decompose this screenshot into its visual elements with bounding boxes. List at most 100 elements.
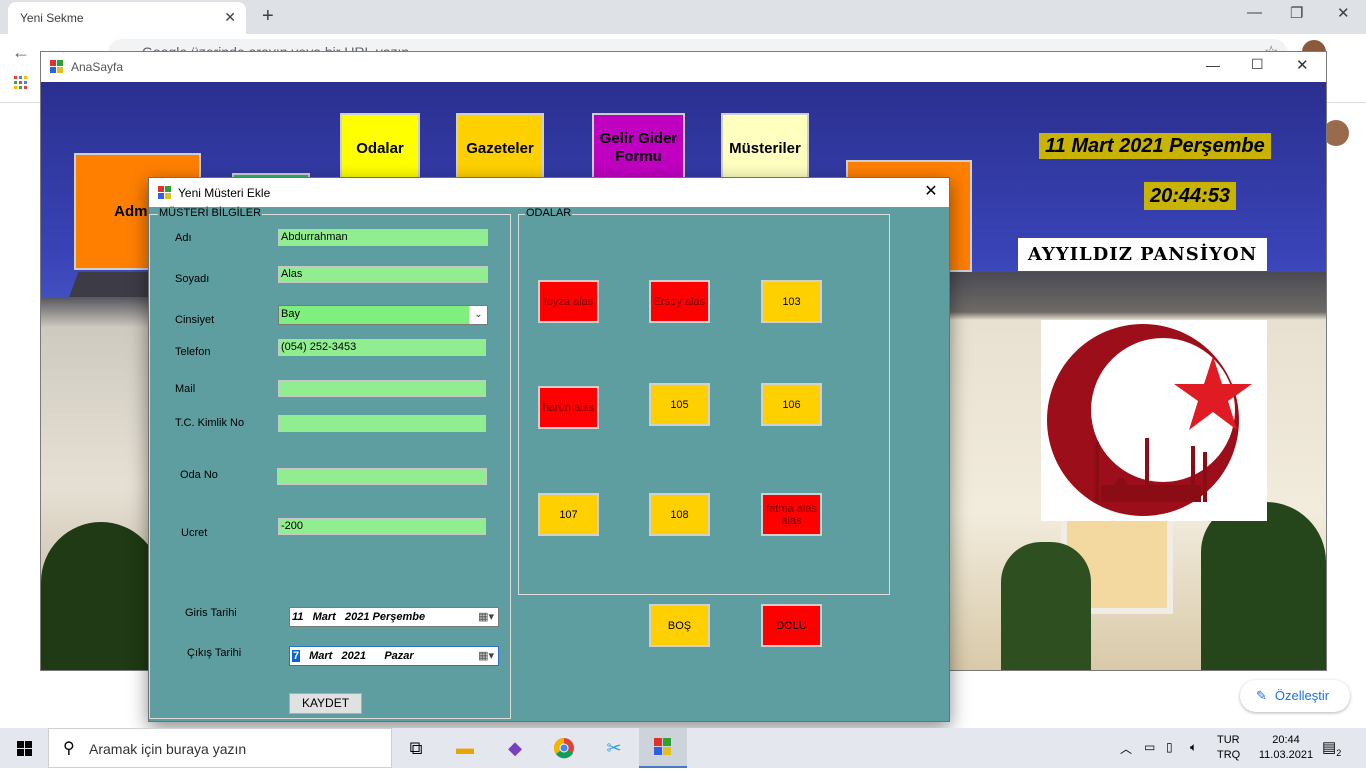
clock-date: 11.03.2021 [1258, 749, 1314, 761]
taskbar-search-placeholder: Aramak için buraya yazın [89, 741, 247, 757]
browser-tab[interactable]: Yeni Sekme ✕ [8, 2, 246, 34]
minimize-icon[interactable]: — [1247, 4, 1262, 21]
gelir-gider-tile[interactable]: Gelir Gider Formu [592, 113, 685, 183]
winforms-app-icon[interactable] [639, 728, 687, 768]
taskbar-search[interactable]: ⚲ Aramak için buraya yazın [48, 728, 392, 768]
battery-icon[interactable]: ▯ [1166, 740, 1173, 754]
gender-value: Bay [281, 308, 300, 320]
gelir-gider-tile-label: Gelir Gider Formu [599, 130, 678, 165]
dialog-title: Yeni Müsteri Ekle [178, 186, 271, 200]
gazeteler-tile[interactable]: Gazeteler [456, 113, 544, 183]
main-maximize-icon[interactable]: ☐ [1251, 56, 1264, 73]
new-tab-icon[interactable]: + [262, 5, 274, 28]
name-label: Adı [175, 232, 192, 244]
odalar-tile[interactable]: Odalar [340, 113, 420, 183]
surname-label: Soyadı [175, 273, 210, 285]
calendar-dropdown-icon[interactable]: ▦▾ [478, 649, 494, 662]
surname-field[interactable]: Alas [278, 266, 488, 283]
gender-select[interactable]: Bay ⌄ [278, 305, 488, 325]
room-104-button[interactable]: harun alas [538, 386, 599, 429]
room-label: 105 [670, 398, 689, 411]
main-close-icon[interactable]: ✕ [1296, 56, 1309, 74]
room-no-field[interactable] [277, 468, 487, 485]
input-language[interactable]: TUR TRQ [1217, 733, 1240, 763]
main-form-title: AnaSayfa [71, 60, 124, 74]
room-label: 107 [559, 508, 578, 521]
brand-label: AYYILDIZ PANSİYON [1018, 238, 1267, 271]
lang-line2: TRQ [1217, 749, 1241, 761]
close-tab-icon[interactable]: ✕ [224, 9, 236, 26]
restore-icon[interactable]: ❐ [1290, 4, 1303, 22]
phone-field[interactable]: (054) 252-3453 [278, 339, 486, 356]
apps-grid-icon[interactable] [14, 76, 28, 90]
checkin-label: Giris Tarihi [185, 607, 237, 619]
room-102-button[interactable]: Ersoy alas [649, 280, 710, 323]
form-app-icon [654, 738, 672, 756]
form-app-icon [50, 60, 64, 74]
snip-tool-icon[interactable]: ✂ [590, 728, 638, 768]
close-window-icon[interactable]: ✕ [1337, 4, 1350, 22]
legend-full: DOLU [761, 604, 822, 647]
volume-icon[interactable]: 🔈︎ [1190, 740, 1197, 755]
legend-empty-label: BOŞ [667, 619, 692, 632]
dialog-close-icon[interactable]: ✕ [921, 182, 941, 202]
crescent-star-logo [1041, 320, 1267, 521]
notification-center-icon[interactable]: ▤2 [1322, 738, 1341, 758]
chevron-up-icon[interactable]: ︿ [1120, 740, 1132, 757]
room-108-button[interactable]: 108 [649, 493, 710, 536]
customer-group-label: MÜSTERİ BİLGİLER [158, 207, 263, 219]
room-105-button[interactable]: 105 [649, 383, 710, 426]
taskbar: ⚲ Aramak için buraya yazın ⧉ ▬ ◆ ✂ ︿ ▭ ▯… [0, 728, 1366, 768]
dialog-app-icon [158, 186, 172, 200]
room-101-button[interactable]: feyza alas [538, 280, 599, 323]
checkout-day-value[interactable]: 7 [292, 650, 301, 662]
clock-time: 20:44 [1272, 734, 1300, 746]
rooms-group-label: ODALAR [525, 207, 573, 219]
phone-label: Telefon [175, 346, 211, 358]
network-icon[interactable]: ▭ [1144, 740, 1155, 754]
room-label: feyza alas [543, 295, 594, 308]
odalar-tile-label: Odalar [356, 139, 404, 157]
lang-line1: TUR [1217, 734, 1240, 746]
taskbar-clock[interactable]: 20:44 11.03.2021 [1254, 733, 1318, 763]
checkin-datepicker[interactable]: 11 Mart 2021 Perşembe ▦▾ [289, 607, 499, 627]
mail-label: Mail [175, 383, 196, 395]
main-minimize-icon[interactable]: — [1206, 57, 1220, 73]
start-button[interactable] [0, 728, 48, 768]
chrome-icon[interactable] [540, 728, 588, 768]
musteriler-tile[interactable]: Müsteriler [721, 113, 809, 183]
mail-field[interactable] [278, 380, 486, 397]
room-label: harun alas [542, 401, 595, 414]
calendar-dropdown-icon[interactable]: ▦▾ [478, 610, 494, 623]
room-109-button[interactable]: fatma alas alas [761, 493, 822, 536]
background-bush [41, 522, 161, 670]
customize-button[interactable]: ✎ Özelleştir [1240, 680, 1350, 712]
new-customer-dialog: Yeni Müsteri Ekle ✕ MÜSTERİ BİLGİLER Adı… [148, 177, 950, 722]
search-icon: ⚲ [63, 740, 75, 757]
visual-studio-icon[interactable]: ◆ [491, 728, 539, 768]
tc-field[interactable] [278, 415, 486, 432]
room-106-button[interactable]: 106 [761, 383, 822, 426]
customize-label: Özelleştir [1274, 688, 1330, 703]
file-explorer-icon[interactable]: ▬ [441, 728, 489, 768]
date-label: 11 Mart 2021 Perşembe [1039, 133, 1271, 159]
gazeteler-tile-label: Gazeteler [466, 139, 534, 157]
name-field[interactable]: Abdurrahman [278, 229, 488, 246]
background-bush [1001, 542, 1091, 670]
room-107-button[interactable]: 107 [538, 493, 599, 536]
notification-count: 2 [1336, 748, 1342, 758]
time-label: 20:44:53 [1144, 182, 1237, 210]
save-button[interactable]: KAYDET [289, 693, 362, 714]
background-bush [1201, 502, 1326, 670]
back-icon[interactable]: ← [12, 42, 30, 63]
checkout-datepicker[interactable]: 7 Mart 2021 Pazar ▦▾ [289, 646, 499, 666]
room-label: 106 [782, 398, 801, 411]
checkin-value: 11 Mart 2021 Perşembe [292, 611, 426, 623]
chevron-down-icon[interactable]: ⌄ [469, 306, 487, 324]
room-label: 108 [670, 508, 689, 521]
room-103-button[interactable]: 103 [761, 280, 822, 323]
pencil-icon: ✎ [1256, 688, 1267, 703]
fee-field[interactable]: -200 [278, 518, 486, 535]
customer-info-group: MÜSTERİ BİLGİLER [149, 207, 511, 719]
task-view-icon[interactable]: ⧉ [392, 728, 440, 768]
